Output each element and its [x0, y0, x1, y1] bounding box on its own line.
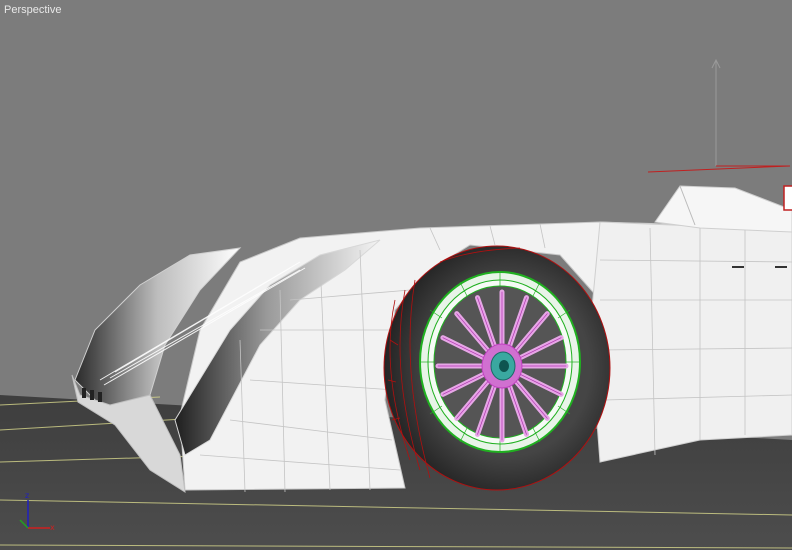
viewport-label[interactable]: Perspective	[4, 4, 61, 16]
viewport-canvas[interactable]: z x	[0, 0, 792, 550]
side-mark	[775, 266, 787, 268]
front-wheel[interactable]	[383, 245, 611, 491]
perspective-viewport[interactable]: z x Perspective	[0, 0, 792, 550]
world-axis-tripod	[647, 58, 791, 173]
red-selected-part[interactable]	[783, 185, 792, 211]
side-mark	[732, 266, 744, 268]
z-axis-label: z	[25, 491, 29, 500]
x-axis-label: x	[50, 523, 55, 532]
